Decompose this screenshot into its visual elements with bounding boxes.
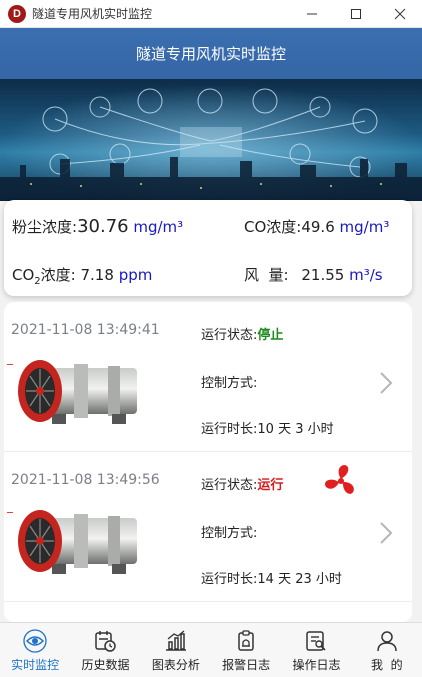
runtime-label: 运行时长: bbox=[201, 572, 258, 587]
control-mode-label: 控制方式: bbox=[201, 376, 258, 391]
co2-label: CO2浓度: bbox=[12, 266, 76, 287]
device-timestamp: 2021-11-08 13:49:56 bbox=[11, 472, 160, 488]
co2-value: 7.18 bbox=[80, 266, 114, 284]
tunnel-fan-image bbox=[18, 510, 137, 574]
dust-unit: mg/m³ bbox=[133, 218, 184, 236]
banner-image bbox=[0, 79, 422, 201]
control-mode-label: 控制方式: bbox=[201, 526, 258, 541]
sensor-readings-card: 粉尘浓度:30.76 mg/m³ CO浓度:49.6 mg/m³ CO2浓度: … bbox=[4, 200, 412, 296]
app-logo-icon: D bbox=[8, 4, 26, 23]
bar-chart-icon bbox=[165, 630, 186, 651]
wind-value: 21.55 bbox=[301, 266, 345, 284]
tab-alarm-log[interactable]: 报警日志 bbox=[211, 623, 281, 677]
page-title: 隧道专用风机实时监控 bbox=[135, 45, 286, 63]
close-icon bbox=[394, 8, 406, 20]
tab-chart-analysis[interactable]: 图表分析 bbox=[141, 623, 211, 677]
tab-label: 历史数据 bbox=[81, 658, 130, 672]
co2-reading: CO2浓度: 7.18 ppm bbox=[12, 264, 152, 287]
runtime-row: 运行时长:14 天 23 小时 bbox=[201, 568, 342, 587]
run-status-value: 运行 bbox=[257, 478, 284, 493]
run-status-value: 停止 bbox=[257, 328, 284, 343]
window-titlebar: D 隧道专用风机实时监控 bbox=[0, 0, 422, 28]
wind-reading: 风 量: 21.55 m³/s bbox=[244, 264, 383, 285]
tab-label: 报警日志 bbox=[222, 658, 271, 672]
wind-label: 风 量: bbox=[244, 266, 289, 284]
app-header: 隧道专用风机实时监控 bbox=[0, 28, 422, 79]
runtime-value: 10 天 3 小时 bbox=[257, 422, 334, 437]
control-mode-row: 控制方式: bbox=[201, 522, 257, 541]
tab-realtime-monitor[interactable]: 实时监控 bbox=[0, 623, 70, 677]
minimize-icon bbox=[307, 13, 317, 15]
close-button[interactable] bbox=[378, 0, 422, 28]
running-fan-icon bbox=[325, 465, 354, 494]
bottom-tab-bar: 实时监控 历史数据 图表分析 报警日志 操作日志 我 的 bbox=[0, 622, 422, 677]
co-reading: CO浓度:49.6 mg/m³ bbox=[244, 216, 389, 237]
tab-mine[interactable]: 我 的 bbox=[352, 623, 422, 677]
fan-device-list: 2021-11-08 13:49:41 运行状态:停止 控制方式: 运行时长:1… bbox=[4, 302, 412, 622]
dust-reading: 粉尘浓度:30.76 mg/m³ bbox=[12, 216, 183, 237]
alarm-log-icon bbox=[238, 630, 254, 651]
co-unit: mg/m³ bbox=[339, 218, 390, 236]
dust-value: 30.76 bbox=[77, 216, 129, 237]
tab-history-data[interactable]: 历史数据 bbox=[70, 623, 140, 677]
device-timestamp: 2021-11-08 13:49:41 bbox=[11, 322, 160, 338]
control-mode-row: 控制方式: bbox=[201, 372, 257, 391]
co-label: CO浓度: bbox=[244, 218, 302, 236]
run-status-label: 运行状态: bbox=[201, 478, 258, 493]
run-status-label: 运行状态: bbox=[201, 328, 258, 343]
tunnel-fan-image bbox=[18, 360, 137, 424]
tab-label: 我 的 bbox=[370, 658, 403, 672]
run-status-row: 运行状态:停止 bbox=[201, 324, 283, 343]
maximize-button[interactable] bbox=[334, 0, 378, 28]
maximize-icon bbox=[351, 9, 361, 19]
runtime-row: 运行时长:10 天 3 小时 bbox=[201, 418, 334, 437]
runtime-label: 运行时长: bbox=[201, 422, 258, 437]
calendar-clock-icon bbox=[95, 631, 117, 652]
fan-device-item[interactable]: 2021-11-08 13:49:56 运行状态:运行 控制方式: 运行时长:1… bbox=[4, 452, 412, 602]
chevron-right-icon[interactable] bbox=[378, 370, 394, 396]
tab-label: 实时监控 bbox=[11, 658, 60, 672]
tab-operation-log[interactable]: 操作日志 bbox=[281, 623, 351, 677]
tab-label: 操作日志 bbox=[292, 658, 341, 672]
co-value: 49.6 bbox=[301, 218, 335, 236]
user-icon bbox=[377, 631, 397, 652]
minimize-button[interactable] bbox=[290, 0, 334, 28]
eye-icon bbox=[23, 629, 47, 653]
industrial-iot-banner-graphic bbox=[0, 79, 422, 201]
co2-unit: ppm bbox=[118, 266, 153, 284]
run-status-row: 运行状态:运行 bbox=[201, 474, 283, 493]
runtime-value: 14 天 23 小时 bbox=[257, 572, 342, 587]
operation-log-icon bbox=[306, 631, 327, 651]
dust-label: 粉尘浓度: bbox=[12, 218, 78, 236]
chevron-right-icon[interactable] bbox=[378, 520, 394, 546]
wind-unit: m³/s bbox=[349, 266, 383, 284]
tab-label: 图表分析 bbox=[151, 658, 200, 672]
fan-device-item[interactable]: 2021-11-08 13:49:41 运行状态:停止 控制方式: 运行时长:1… bbox=[4, 302, 412, 452]
window-title: 隧道专用风机实时监控 bbox=[32, 7, 153, 21]
